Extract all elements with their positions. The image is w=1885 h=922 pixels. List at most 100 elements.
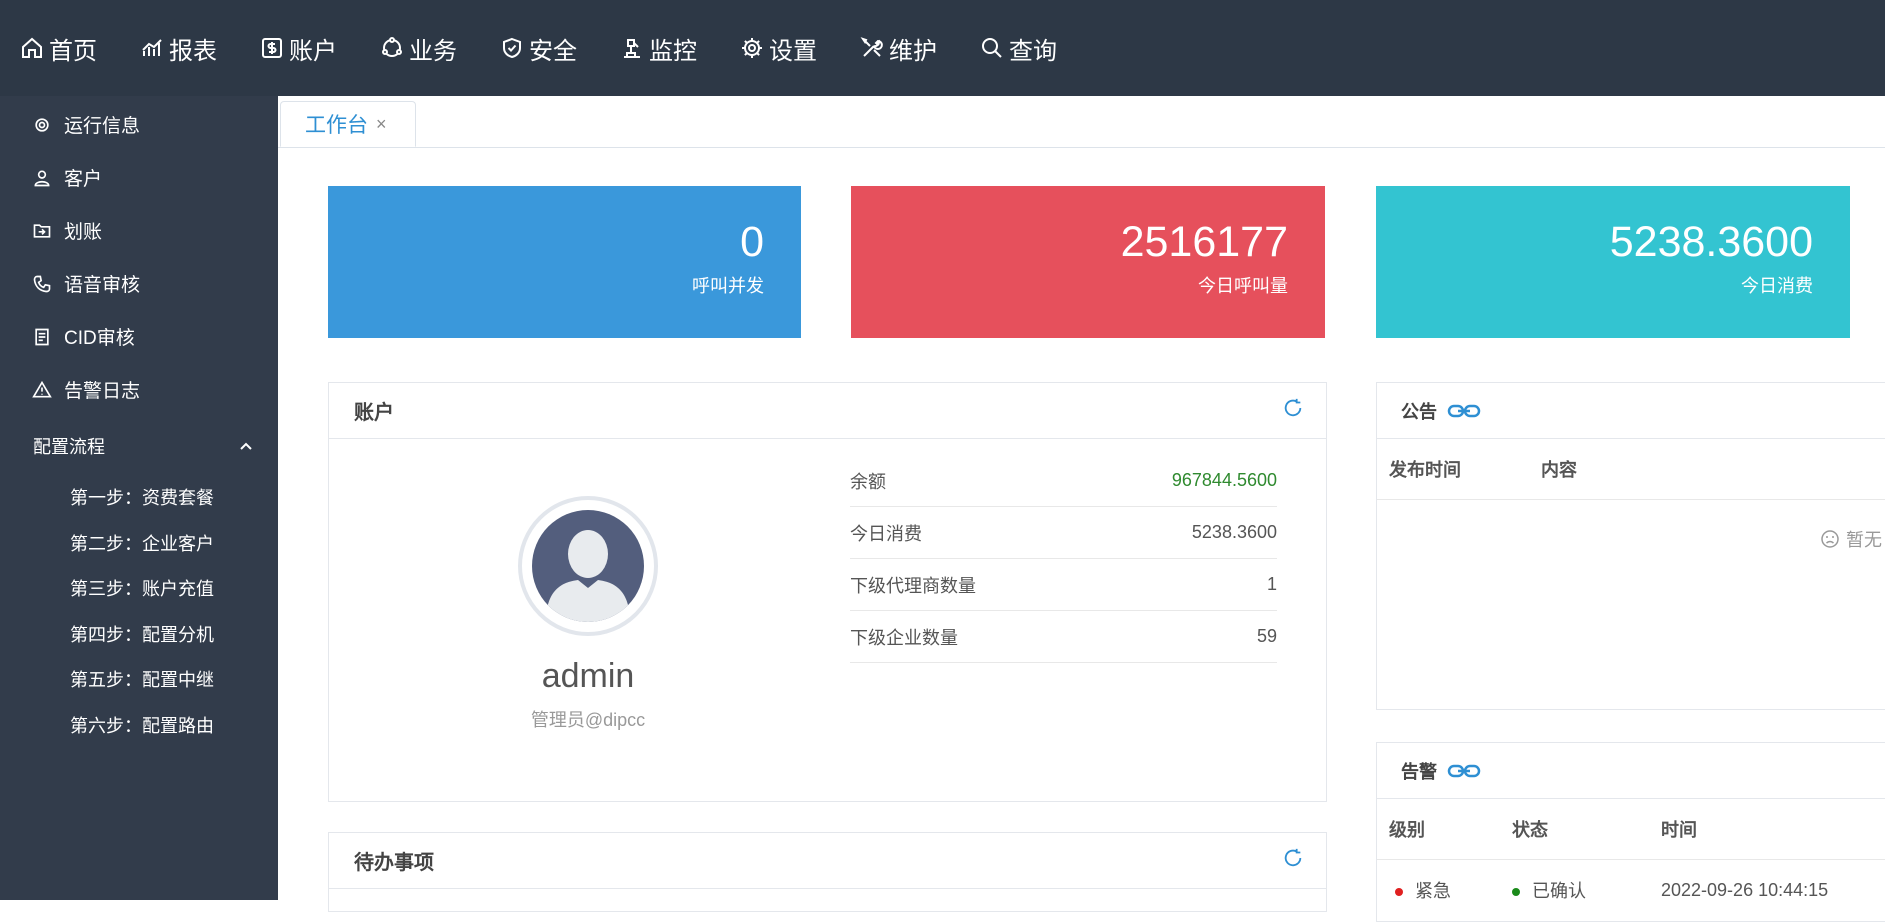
nav-settings[interactable]: 设置 [740, 0, 817, 96]
avatar-image [532, 510, 644, 622]
info-label: 余额 [850, 471, 886, 492]
alarm-panel-header: 告警 [1377, 743, 1885, 799]
sidebar-item-alarm-log[interactable]: 告警日志 [0, 363, 278, 416]
nav-label: 报表 [169, 37, 217, 65]
document-icon [35, 328, 49, 345]
dollar-icon [262, 38, 282, 58]
nav-monitor[interactable]: 监控 [620, 0, 697, 96]
nav-label: 首页 [49, 37, 97, 65]
info-row-agent-count: 下级代理商数量 1 [850, 559, 1277, 611]
chevron-up-icon [240, 442, 252, 450]
alarm-level-text: 紧急 [1415, 881, 1451, 901]
sidebar-subitem-step4[interactable]: 第四步：配置分机 [0, 613, 278, 659]
stat-label: 今日消费 [1741, 276, 1813, 296]
stat-label: 今日呼叫量 [1198, 276, 1288, 296]
info-row-enterprise-count: 下级企业数量 59 [850, 611, 1277, 663]
sidebar-item-label: 客户 [64, 169, 103, 190]
sidebar-subitem-step6[interactable]: 第六步：配置路由 [0, 704, 278, 750]
top-nav: 首页 报表 账户 业务 安全 监控 设置 维护 查询 [0, 0, 1885, 96]
info-row-balance: 余额 967844.5600 [850, 455, 1277, 507]
refresh-icon [1284, 398, 1302, 416]
nav-account[interactable]: 账户 [260, 0, 337, 96]
tab-workbench[interactable]: 工作台 × [280, 101, 416, 147]
sidebar-item-label: 告警日志 [64, 381, 141, 402]
close-icon[interactable]: × [376, 114, 387, 135]
transfer-icon [33, 223, 51, 238]
nav-label: 安全 [529, 37, 577, 65]
info-value: 59 [1256, 626, 1277, 646]
refresh-button[interactable] [1282, 847, 1304, 875]
sidebar-subitem-step5[interactable]: 第五步：配置中继 [0, 658, 278, 704]
sidebar-item-cid-review[interactable]: CID审核 [0, 310, 278, 363]
info-label: 今日消费 [850, 523, 922, 544]
sidebar-item-customer[interactable]: 客户 [0, 151, 278, 204]
chart-icon [142, 39, 162, 56]
notice-table-header: 发布时间 内容 [1377, 439, 1885, 500]
stat-value: 0 [740, 218, 764, 266]
sidebar: 运行信息 客户 划账 语音审核 CID审核 告警日志 配置流程 第一步：资费套餐… [0, 96, 278, 900]
nav-label: 设置 [769, 37, 817, 65]
user-silhouette-icon [546, 530, 630, 622]
panel-title: 告警 [1401, 761, 1437, 782]
nav-security[interactable]: 安全 [500, 0, 577, 96]
nav-report[interactable]: 报表 [140, 0, 217, 96]
gear-icon [742, 38, 762, 58]
empty-state: 暂无 [1820, 526, 1882, 552]
gear-icon [35, 117, 49, 132]
level-dot [1395, 888, 1403, 897]
refresh-icon [1284, 848, 1302, 866]
sidebar-subitem-step2[interactable]: 第二步：企业客户 [0, 522, 278, 568]
workbench-content: 0 呼叫并发 2516177 今日呼叫量 5238.3600 今日消费 账户 a… [278, 148, 1885, 922]
nav-label: 账户 [289, 37, 337, 65]
alarm-time: 2022-09-26 10:44:15 [1661, 879, 1829, 900]
sidebar-item-label: 划账 [64, 222, 103, 243]
sidebar-item-label: CID审核 [64, 328, 135, 349]
nav-home[interactable]: 首页 [20, 0, 97, 96]
status-dot [1512, 888, 1520, 897]
nav-business[interactable]: 业务 [380, 0, 457, 96]
username: admin [541, 657, 635, 695]
notice-panel-header: 公告 [1377, 383, 1885, 439]
nav-maintenance[interactable]: 维护 [860, 0, 937, 96]
alarm-table-header: 级别 状态 时间 [1377, 799, 1885, 860]
sidebar-subitem-step3[interactable]: 第三步：账户充值 [0, 567, 278, 613]
avatar [518, 496, 658, 636]
user-icon [34, 170, 50, 186]
refresh-button[interactable] [1282, 397, 1304, 425]
warning-icon [32, 380, 52, 397]
info-label: 下级企业数量 [850, 627, 958, 648]
empty-text: 暂无 [1846, 530, 1882, 550]
sidebar-item-label: 语音审核 [64, 275, 141, 296]
nav-label: 维护 [889, 37, 937, 65]
sidebar-item-voice-review[interactable]: 语音审核 [0, 257, 278, 310]
panel-title: 公告 [1401, 401, 1437, 422]
sidebar-group-label: 配置流程 [33, 437, 105, 457]
table-row[interactable]: 紧急 已确认 2022-09-26 10:44:15 [1377, 860, 1885, 920]
alarm-status-text: 已确认 [1532, 881, 1586, 901]
link-icon[interactable] [1447, 402, 1481, 420]
panel-title: 待办事项 [354, 852, 434, 874]
sidebar-item-run-info[interactable]: 运行信息 [0, 98, 278, 151]
stat-value: 2516177 [1120, 218, 1288, 266]
sidebar-subitem-step1[interactable]: 第一步：资费套餐 [0, 476, 278, 522]
column-header: 内容 [1541, 460, 1577, 480]
account-panel: 账户 admin 管理员@dipcc 余额 967844.5600 今日消费 5… [328, 382, 1327, 802]
info-label: 下级代理商数量 [850, 575, 976, 596]
sidebar-group-config-flow[interactable]: 配置流程 [0, 416, 278, 476]
todo-panel-header: 待办事项 [329, 833, 1326, 889]
info-value: 1 [1266, 574, 1277, 594]
nav-query[interactable]: 查询 [980, 0, 1057, 96]
info-value: 5238.3600 [1191, 522, 1277, 542]
column-header: 发布时间 [1389, 460, 1461, 480]
column-header: 级别 [1389, 820, 1425, 840]
link-icon[interactable] [1447, 762, 1481, 780]
user-role: 管理员@dipcc [530, 710, 646, 730]
monitor-icon [624, 39, 640, 58]
panel-title: 账户 [354, 402, 394, 424]
sidebar-item-transfer[interactable]: 划账 [0, 204, 278, 257]
nav-label: 监控 [649, 37, 697, 65]
stat-label: 呼叫并发 [692, 276, 764, 296]
stat-card-today-calls: 2516177 今日呼叫量 [851, 186, 1325, 338]
tab-label: 工作台 [305, 114, 368, 137]
tools-icon [860, 37, 883, 57]
